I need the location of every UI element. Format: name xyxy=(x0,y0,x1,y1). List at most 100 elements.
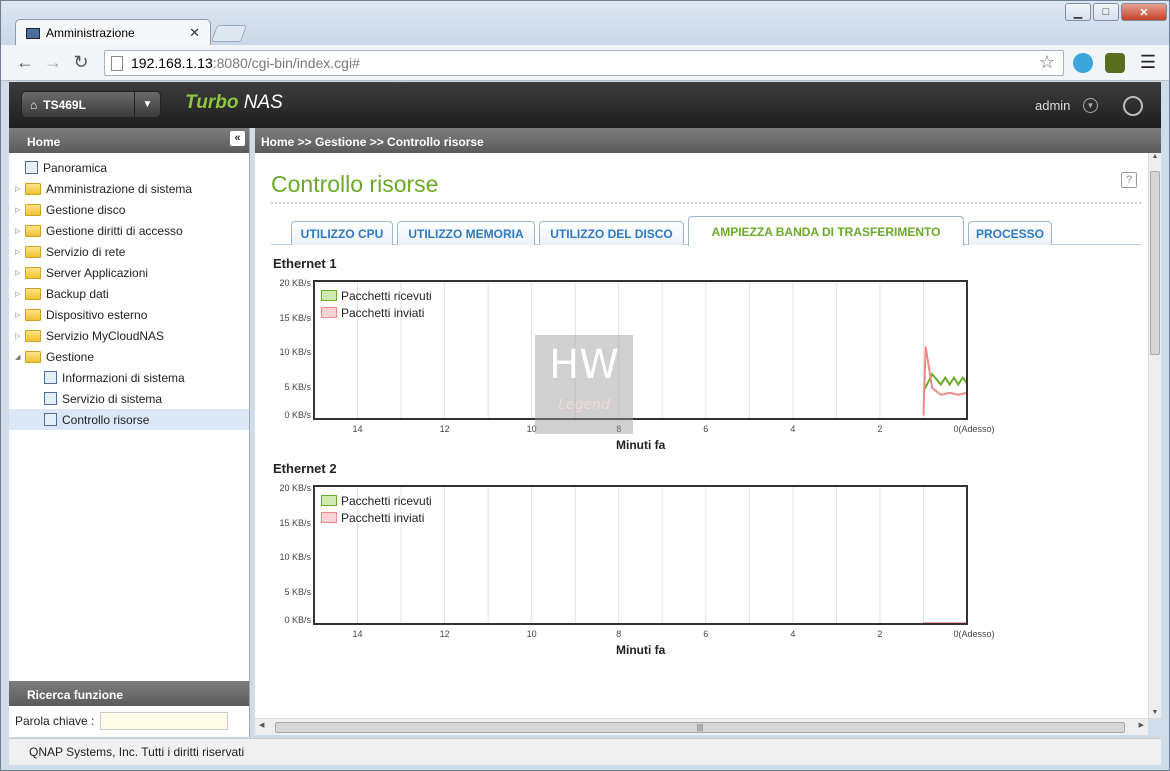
footer-copyright: QNAP Systems, Inc. Tutti i diritti riser… xyxy=(9,738,1161,765)
home-icon: ⌂ xyxy=(30,97,38,112)
folder-icon xyxy=(25,287,41,300)
scroll-right-icon[interactable]: ▶ xyxy=(1139,721,1144,729)
language-globe-icon[interactable] xyxy=(1123,96,1143,116)
y-tick-label: 20 KB/s xyxy=(279,483,311,493)
sidebar-item-backup[interactable]: ▷ Backup dati xyxy=(9,283,249,304)
extension-icon[interactable] xyxy=(1105,53,1125,73)
close-tab-icon[interactable]: ✕ xyxy=(189,25,200,41)
system-service-icon xyxy=(44,392,57,405)
sidebar-item-informazioni[interactable]: Informazioni di sistema xyxy=(9,367,249,388)
x-tick-label: 8 xyxy=(616,629,622,639)
x-tick-label: 14 xyxy=(352,424,363,434)
tab-cpu[interactable]: UTILIZZO CPU xyxy=(291,221,393,245)
tab-title: Amministrazione xyxy=(46,26,135,40)
y-tick-label: 0 KB/s xyxy=(284,410,311,420)
chart-legend: Pacchetti ricevuti Pacchetti inviati xyxy=(321,287,432,321)
sidebar-item-rete[interactable]: ▷ Servizio di rete xyxy=(9,241,249,262)
x-tick-label: 0(Adesso) xyxy=(953,424,995,434)
legend-swatch xyxy=(321,290,337,301)
sidebar: Home « Panoramica ▷ Amministrazione di si… xyxy=(9,128,250,737)
skype-icon[interactable] xyxy=(1073,53,1093,73)
scroll-up-icon[interactable]: ▲ xyxy=(1149,153,1161,160)
reload-icon[interactable]: ↻ xyxy=(67,52,95,73)
breadcrumb: Home >> Gestione >> Controllo risorse xyxy=(255,128,1161,153)
legend-swatch xyxy=(321,495,337,506)
y-tick-label: 10 KB/s xyxy=(279,347,311,357)
page-title: Controllo risorse xyxy=(271,171,439,197)
y-tick-label: 15 KB/s xyxy=(279,517,311,528)
collapse-icon[interactable]: « xyxy=(230,131,245,146)
sidebar-item-diritti[interactable]: ▷ Gestione diritti di accesso xyxy=(9,220,249,241)
sidebar-item-mycloudnas[interactable]: ▷ Servizio MyCloudNAS xyxy=(9,325,249,346)
tab-bar: UTILIZZO CPU UTILIZZO MEMORIA UTILIZZO D… xyxy=(271,216,1141,246)
legend-label: Pacchetti ricevuti xyxy=(341,493,432,508)
x-tick-label: 4 xyxy=(790,629,796,639)
y-tick-label: 15 KB/s xyxy=(279,312,311,323)
x-tick-label: 14 xyxy=(352,629,363,639)
bookmark-star-icon[interactable]: ☆ xyxy=(1039,52,1055,73)
address-bar[interactable]: 192.168.1.13 :8080/cgi-bin/index.cgi# ☆ xyxy=(104,50,1064,76)
tab-disco[interactable]: UTILIZZO DEL DISCO xyxy=(539,221,684,245)
resource-monitor-icon xyxy=(44,413,57,426)
y-tick-label: 5 KB/s xyxy=(284,381,311,392)
device-selector[interactable]: ⌂ TS469L ▼ xyxy=(21,91,161,118)
sidebar-item-servizio-sistema[interactable]: Servizio di sistema xyxy=(9,388,249,409)
x-tick-label: 0(Adesso) xyxy=(953,629,995,639)
back-icon[interactable]: ← xyxy=(11,52,39,73)
sidebar-item-applicazioni[interactable]: ▷ Server Applicazioni xyxy=(9,262,249,283)
watermark-logo: HW Legend xyxy=(535,335,633,434)
sidebar-title: Home xyxy=(27,135,61,149)
folder-icon xyxy=(25,182,41,195)
legend-item: Pacchetti inviati xyxy=(321,509,432,526)
minimize-button[interactable]: ▁ xyxy=(1065,3,1091,21)
tab-memoria[interactable]: UTILIZZO MEMORIA xyxy=(397,221,535,245)
folder-icon xyxy=(25,329,41,342)
open-folder-icon xyxy=(25,350,41,363)
sidebar-header: Home « xyxy=(9,128,249,153)
legend-label: Pacchetti inviati xyxy=(341,305,425,320)
x-axis-title: Minuti fa xyxy=(616,438,666,452)
vertical-scrollbar[interactable]: ▲ ▼ xyxy=(1148,153,1161,718)
legend-item: Pacchetti ricevuti xyxy=(321,287,432,304)
sidebar-item-amministrazione[interactable]: ▷ Amministrazione di sistema xyxy=(9,178,249,199)
legend-item: Pacchetti ricevuti xyxy=(321,492,432,509)
legend-label: Pacchetti inviati xyxy=(341,510,425,525)
sidebar-item-disco[interactable]: ▷ Gestione disco xyxy=(9,199,249,220)
chevron-down-icon[interactable]: ▼ xyxy=(134,92,160,117)
horizontal-scroll-thumb[interactable]: ||| xyxy=(275,722,1125,733)
scroll-down-icon[interactable]: ▼ xyxy=(1149,709,1161,716)
keyword-label: Parola chiave : xyxy=(15,714,95,728)
search-header: Ricerca funzione xyxy=(9,681,249,706)
tab-processo[interactable]: PROCESSO xyxy=(968,221,1052,245)
sidebar-item-controllo-risorse[interactable]: Controllo risorse xyxy=(9,409,249,430)
title-bar: Amministrazione ✕ ▁ □ ✕ xyxy=(1,1,1169,46)
x-tick-label: 4 xyxy=(790,424,796,434)
tab-banda[interactable]: AMPIEZZA BANDA DI TRASFERIMENTO xyxy=(688,216,964,246)
sidebar-item-panoramica[interactable]: Panoramica xyxy=(9,157,249,178)
horizontal-scrollbar[interactable]: ◀ ||| ▶ xyxy=(255,718,1148,735)
legend-swatch xyxy=(321,512,337,523)
vertical-scroll-thumb[interactable] xyxy=(1150,171,1160,355)
close-window-button[interactable]: ✕ xyxy=(1121,3,1167,21)
user-name[interactable]: admin xyxy=(1035,98,1070,113)
maximize-button[interactable]: □ xyxy=(1093,3,1119,21)
x-tick-label: 10 xyxy=(526,629,537,639)
browser-toolbar: ← → ↻ 192.168.1.13 :8080/cgi-bin/index.c… xyxy=(1,45,1169,81)
sidebar-item-esterno[interactable]: ▷ Dispositivo esterno xyxy=(9,304,249,325)
scroll-left-icon[interactable]: ◀ xyxy=(259,721,264,729)
help-icon[interactable]: ? xyxy=(1121,172,1137,188)
x-tick-label: 6 xyxy=(703,629,709,639)
page-icon xyxy=(111,55,123,71)
monitor-icon xyxy=(26,27,40,39)
sidebar-item-gestione[interactable]: ◢ Gestione xyxy=(9,346,249,367)
forward-icon[interactable]: → xyxy=(39,52,67,73)
chart-legend: Pacchetti ricevuti Pacchetti inviati xyxy=(321,492,432,526)
user-menu-icon[interactable]: ▼ xyxy=(1083,98,1098,113)
browser-tab[interactable]: Amministrazione ✕ xyxy=(15,19,211,46)
keyword-input[interactable] xyxy=(100,712,229,730)
keyword-row: Parola chiave : xyxy=(15,712,229,730)
new-tab-button[interactable] xyxy=(210,25,248,42)
overview-icon xyxy=(25,161,38,174)
menu-icon[interactable]: ☰ xyxy=(1138,53,1158,73)
x-tick-label: 12 xyxy=(439,629,450,639)
